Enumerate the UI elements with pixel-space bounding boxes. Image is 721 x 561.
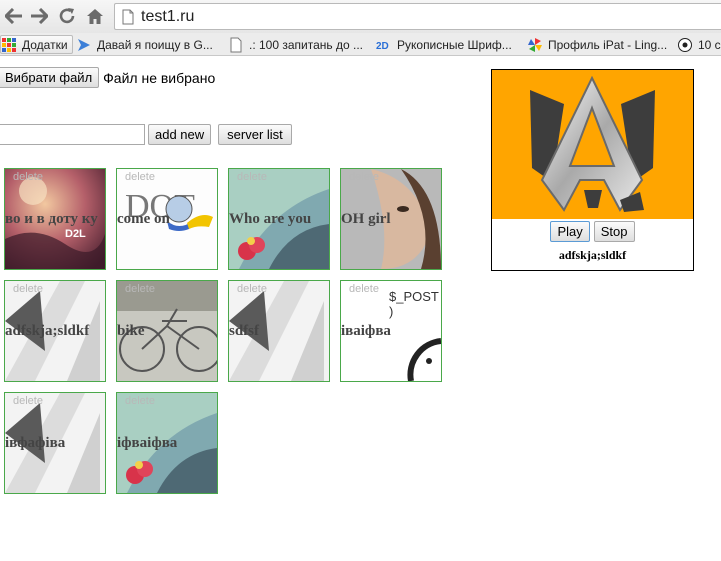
- bookmark-label: .: 100 запитань до ...: [249, 37, 363, 52]
- track-tile[interactable]: delete adfskja;sldkf: [4, 280, 106, 382]
- server-list-button[interactable]: server list: [218, 124, 292, 145]
- track-title: Who are you: [229, 211, 312, 227]
- url-text: test1.ru: [141, 8, 195, 25]
- bookmark-fonts[interactable]: 2D Рукописные Шриф...: [376, 35, 512, 54]
- page-icon: [122, 9, 134, 25]
- add-track-form: add new server list: [0, 124, 292, 145]
- track-tile[interactable]: delete OH girl: [340, 168, 442, 270]
- track-tile[interactable]: delete Who are you: [228, 168, 330, 270]
- svg-text:D2L: D2L: [65, 228, 86, 240]
- track-tile[interactable]: delete sdfsf: [228, 280, 330, 382]
- track-title: во и в доту ку: [5, 211, 98, 227]
- forward-arrow-icon: [31, 8, 48, 24]
- track-tile[interactable]: DOT delete come on: [116, 168, 218, 270]
- bookmarks-bar: Додатки Давай я поищу в G... .: 100 запи…: [0, 33, 721, 56]
- track-title: adfskja;sldkf: [5, 323, 90, 339]
- delete-link[interactable]: delete: [125, 283, 155, 295]
- player-cover: [492, 70, 693, 219]
- delete-link[interactable]: delete: [13, 395, 43, 407]
- track-title: іфваіфва: [117, 435, 178, 451]
- alliance-logo-image: [530, 75, 655, 212]
- home-icon: [87, 8, 103, 24]
- svg-text:2D: 2D: [376, 41, 389, 52]
- track-tile[interactable]: delete bike: [116, 280, 218, 382]
- back-button[interactable]: [3, 5, 25, 27]
- apps-grid-icon: [2, 37, 16, 52]
- delete-link[interactable]: delete: [237, 171, 267, 183]
- track-tile[interactable]: delete івфафіва: [4, 392, 106, 494]
- track-name-input[interactable]: [0, 124, 145, 145]
- track-tile[interactable]: D2L delete во и в доту ку: [4, 168, 106, 270]
- play-button[interactable]: Play: [550, 221, 590, 242]
- player-controls: Play Stop: [492, 221, 693, 242]
- delete-link[interactable]: delete: [125, 395, 155, 407]
- bookmark-label: 10 с: [698, 37, 721, 52]
- track-title: bike: [117, 323, 145, 339]
- delete-link[interactable]: delete: [349, 171, 379, 183]
- pinwheel-icon: [528, 37, 542, 52]
- bookmark-label: Профиль iPat - Ling...: [548, 37, 668, 52]
- delete-link[interactable]: delete: [13, 171, 43, 183]
- football-icon: [678, 37, 692, 52]
- file-status-text: Файл не вибрано: [103, 69, 216, 86]
- bookmark-label: Давай я поищу в G...: [97, 37, 213, 52]
- track-title: івфафіва: [5, 435, 66, 451]
- forward-button[interactable]: [28, 5, 50, 27]
- delete-link[interactable]: delete: [237, 283, 267, 295]
- bookmark-10[interactable]: 10 с: [677, 35, 721, 54]
- back-arrow-icon: [5, 8, 22, 24]
- track-title: OH girl: [341, 211, 391, 227]
- address-bar[interactable]: test1.ru: [114, 3, 721, 30]
- reload-button[interactable]: [56, 5, 78, 27]
- track-title: іваіфва: [341, 323, 391, 339]
- post-code-text: $_POST ): [389, 289, 439, 319]
- file-upload-row: Вибрати файл Файл не вибрано: [0, 67, 215, 88]
- track-tile[interactable]: delete $_POST ) іваіфва: [340, 280, 442, 382]
- 2d-logo-icon: 2D: [376, 41, 389, 52]
- delete-link[interactable]: delete: [125, 171, 155, 183]
- bookmark-ipat-profile[interactable]: Профиль iPat - Ling...: [527, 35, 667, 54]
- bookmark-100-questions[interactable]: .: 100 запитань до ...: [228, 35, 363, 54]
- choose-file-button[interactable]: Вибрати файл: [0, 67, 100, 88]
- page-icon: [230, 37, 242, 52]
- delete-link[interactable]: delete: [349, 283, 379, 295]
- track-tile[interactable]: delete іфваіфва: [116, 392, 218, 494]
- delete-link[interactable]: delete: [13, 283, 43, 295]
- track-title: come on: [117, 211, 170, 227]
- bookmark-apps[interactable]: Додатки: [0, 35, 73, 54]
- bookmark-google[interactable]: Давай я поищу в G...: [76, 35, 213, 54]
- arrow-icon: [78, 38, 90, 51]
- add-new-button[interactable]: add new: [148, 124, 212, 145]
- bookmark-label: Додатки: [22, 37, 68, 52]
- now-playing-title: adfskja;sldkf: [558, 248, 627, 262]
- track-title: sdfsf: [229, 323, 260, 339]
- reload-icon: [59, 8, 75, 24]
- audio-player: Play Stop adfskja;sldkf: [491, 69, 694, 271]
- bookmark-label: Рукописные Шриф...: [397, 37, 512, 52]
- home-button[interactable]: [84, 5, 106, 27]
- stop-button[interactable]: Stop: [593, 221, 635, 242]
- browser-toolbar: test1.ru: [0, 0, 721, 33]
